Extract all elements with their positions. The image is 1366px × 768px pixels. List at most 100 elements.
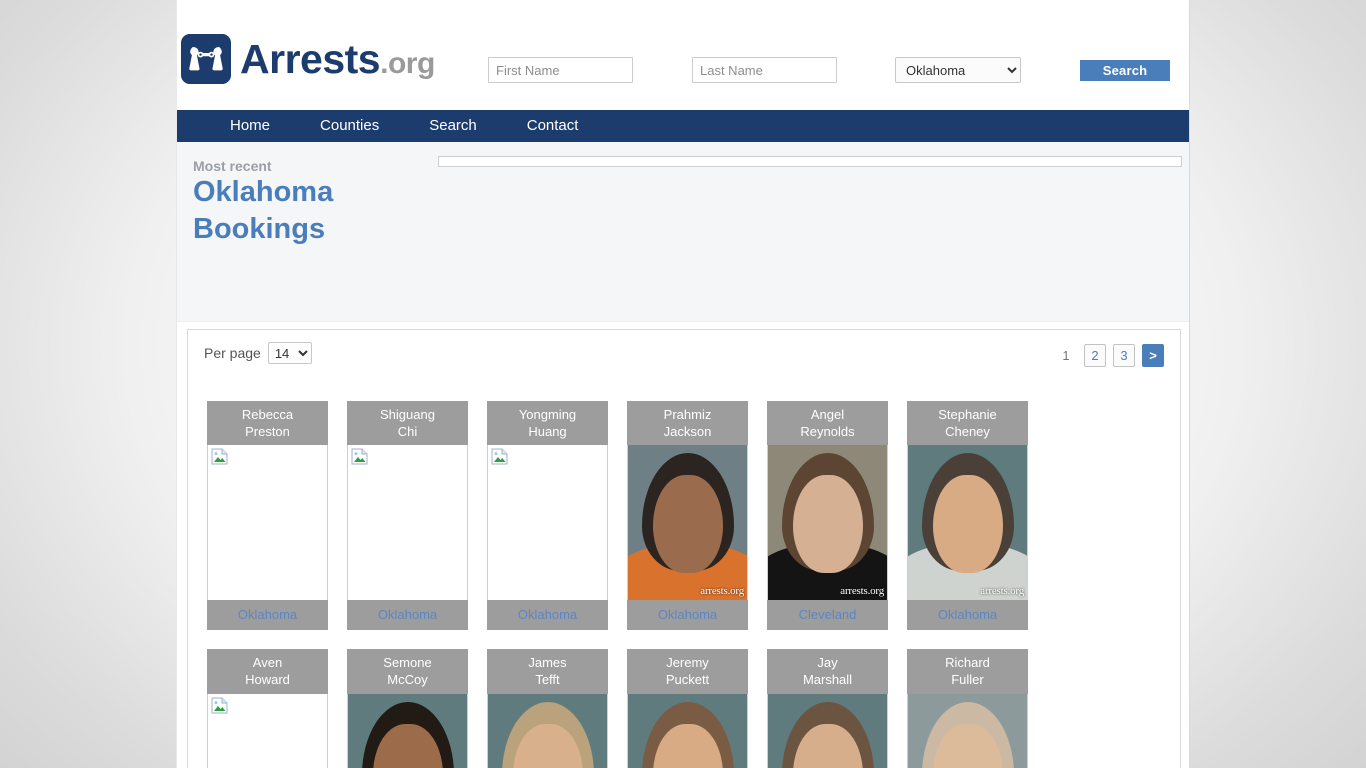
site-logo[interactable]: Arrests.org [181, 34, 435, 84]
intro-band: Most recent Oklahoma Bookings [177, 142, 1189, 322]
booking-county-link[interactable]: Oklahoma [487, 600, 608, 630]
booking-card-name: Richard Fuller [907, 649, 1028, 693]
next-page-button[interactable]: > [1142, 344, 1164, 367]
booking-last-name: Marshall [802, 671, 853, 687]
booking-card-grid: Rebecca Preston Oklahoma Shiguang Chi Oklahom… [207, 401, 1167, 768]
booking-last-name: Fuller [951, 671, 984, 687]
booking-first-name: Yongming [518, 407, 577, 422]
booking-first-name: Jeremy [666, 655, 709, 671]
nav-item-contact[interactable]: Contact [502, 110, 604, 142]
booking-card[interactable]: Yongming Huang Oklahoma [487, 401, 608, 631]
booking-first-name: Semone [383, 655, 432, 671]
nav-item-home[interactable]: Home [205, 110, 295, 142]
last-name-input[interactable] [692, 57, 837, 83]
booking-card-name: Semone McCoy [347, 649, 468, 693]
booking-last-name: Huang [528, 423, 567, 439]
broken-image-icon [211, 448, 228, 465]
booking-card[interactable]: Rebecca Preston Oklahoma [207, 401, 328, 631]
handcuffs-icon [181, 34, 231, 84]
booking-first-name: Aven [252, 655, 283, 671]
booking-county-link[interactable]: Oklahoma [347, 600, 468, 630]
booking-mugshot: arrests.org [487, 693, 608, 768]
main-navigation: Home Counties Search Contact [177, 110, 1189, 142]
booking-card-name: Shiguang Chi [347, 401, 468, 445]
booking-first-name: Rebecca [241, 407, 294, 422]
per-page-label: Per page [204, 345, 261, 361]
watermark: arrests.org [700, 585, 744, 598]
broken-image-icon [491, 448, 508, 465]
nav-item-counties[interactable]: Counties [295, 110, 404, 142]
booking-first-name: Richard [945, 655, 990, 671]
booking-first-name: Angel [810, 407, 845, 422]
booking-card-name: Jeremy Puckett [627, 649, 748, 693]
booking-card-name: Stephanie Cheney [907, 401, 1028, 445]
mugshot-image [908, 693, 1027, 768]
mugshot-image [348, 693, 467, 768]
watermark: arrests.org [980, 585, 1024, 598]
booking-mugshot: arrests.org [347, 693, 468, 768]
booking-card-name: Rebecca Preston [207, 401, 328, 445]
booking-card-name: Jay Marshall [767, 649, 888, 693]
booking-first-name: Jay [817, 655, 838, 671]
booking-card-name: Yongming Huang [487, 401, 608, 445]
page-3-button[interactable]: 3 [1113, 344, 1135, 367]
pagination: 1 2 3 > [1055, 344, 1164, 367]
page-current: 1 [1062, 348, 1070, 363]
booking-mugshot: arrests.org [907, 445, 1028, 601]
intro-eyebrow: Most recent [193, 158, 272, 174]
site-header: Arrests.org Oklahoma Search [177, 0, 1189, 110]
booking-first-name: Shiguang [380, 407, 435, 422]
booking-card[interactable]: Angel Reynolds arrests.org Cleveland [767, 401, 888, 631]
page-2-button[interactable]: 2 [1084, 344, 1106, 367]
booking-card-name: James Tefft [487, 649, 608, 693]
first-name-input[interactable] [488, 57, 633, 83]
booking-last-name: Reynolds [800, 423, 855, 439]
booking-mugshot [347, 445, 468, 601]
broken-image-icon [351, 448, 368, 465]
booking-card[interactable]: JamesTefftarrests.org [487, 649, 608, 768]
booking-mugshot: arrests.org [767, 445, 888, 601]
booking-mugshot [207, 693, 328, 768]
booking-card[interactable]: Shiguang Chi Oklahoma [347, 401, 468, 631]
per-page-select[interactable]: 14 [267, 342, 312, 364]
booking-card[interactable]: Stephanie Cheney arrests.org Oklahoma [907, 401, 1028, 631]
search-button[interactable]: Search [1080, 60, 1170, 81]
booking-first-name: Prahmiz [663, 407, 712, 422]
booking-mugshot: arrests.org [907, 693, 1028, 768]
booking-last-name: Tefft [535, 671, 560, 687]
booking-card-name: Angel Reynolds [767, 401, 888, 445]
booking-county-link[interactable]: Oklahoma [907, 600, 1028, 630]
page-title: Oklahoma Bookings [193, 176, 334, 246]
booking-card[interactable]: RichardFullerarrests.org [907, 649, 1028, 768]
booking-card[interactable]: AvenHowardOklahoma [207, 649, 328, 768]
mugshot-image [768, 693, 887, 768]
booking-county-link[interactable]: Cleveland [767, 600, 888, 630]
mugshot-image [628, 693, 747, 768]
booking-mugshot [207, 445, 328, 601]
booking-last-name: Chi [397, 423, 418, 439]
results-toolbar: Per page 14 1 2 3 > [188, 330, 1180, 382]
booking-mugshot: arrests.org [627, 693, 748, 768]
mugshot-image [628, 445, 747, 601]
nav-item-search[interactable]: Search [404, 110, 502, 142]
booking-mugshot [487, 445, 608, 601]
booking-first-name: Stephanie [938, 407, 997, 422]
booking-card[interactable]: JayMarshallarrests.org [767, 649, 888, 768]
booking-card[interactable]: JeremyPuckettarrests.org [627, 649, 748, 768]
mugshot-image [768, 445, 887, 601]
booking-first-name: James [528, 655, 567, 671]
booking-card[interactable]: Prahmiz Jackson arrests.org Oklahoma [627, 401, 748, 631]
logo-wordmark: Arrests.org [240, 35, 435, 82]
booking-county-link[interactable]: Oklahoma [627, 600, 748, 630]
booking-last-name: McCoy [387, 671, 428, 687]
state-select[interactable]: Oklahoma [895, 57, 1021, 83]
booking-card-name: Aven Howard [207, 649, 328, 693]
logo-text-main: Arrests [240, 35, 381, 82]
booking-last-name: Howard [245, 671, 290, 687]
watermark: arrests.org [840, 585, 884, 598]
booking-card[interactable]: SemoneMcCoyarrests.org [347, 649, 468, 768]
per-page-control: Per page 14 [204, 342, 312, 364]
results-panel: Per page 14 1 2 3 > Rebecca Preston Oklaho… [187, 329, 1181, 768]
booking-county-link[interactable]: Oklahoma [207, 600, 328, 630]
mugshot-image [908, 445, 1027, 601]
